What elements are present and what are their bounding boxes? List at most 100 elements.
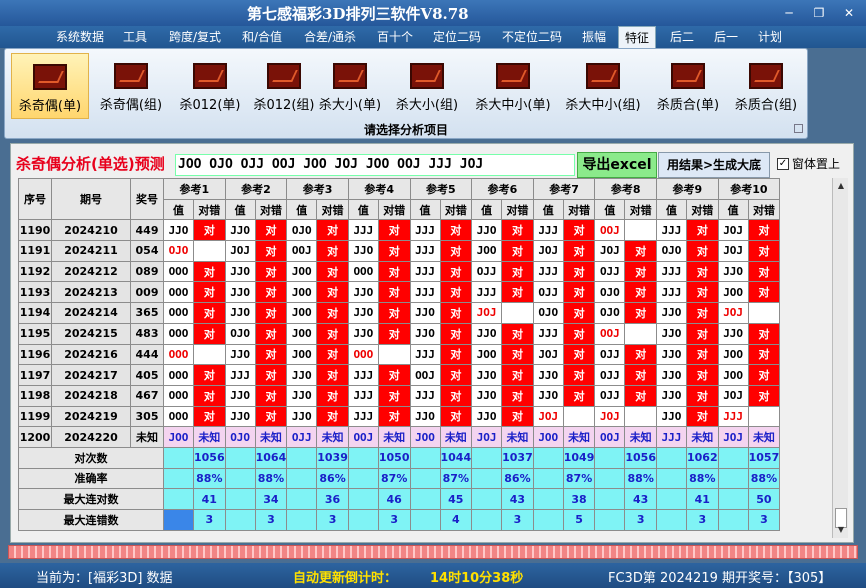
header-prize: 奖号 [130, 177, 164, 221]
status-latest-draw: FC3D第 2024219 期开奖号：【305】 [608, 571, 832, 586]
table-row[interactable]: 1198 2024218 467 OOO 对 JJO 对 JJO 对 JJJ 对 JJJ 对 JJO 对 JJ… [18, 384, 781, 407]
hit-cell: 对 [624, 240, 657, 262]
miss-cell [501, 302, 534, 324]
stats-value: 34 [254, 488, 288, 510]
kill-value-cell: OJO [163, 240, 194, 262]
stats-row: 最大连对数 41 34 36 46 45 43 38 43 41 50 [18, 488, 781, 510]
prediction-pattern-input[interactable]: JOO OJO OJJ OOJ JOO JOJ JOO OOJ JJJ JOJ [175, 154, 575, 176]
kill-value-cell: JOJ [594, 240, 626, 262]
status-bar: 当前为：[福彩3D] 数据 自动更新倒计时： 14时10分38秒 FC3D第 2… [0, 563, 866, 588]
header-value: 值 [717, 198, 749, 221]
stats-value: 88% [747, 467, 781, 490]
miss-cell [193, 343, 226, 366]
vertical-scrollbar[interactable]: ▲ ▼ [832, 178, 848, 538]
stats-value: 38 [562, 488, 596, 510]
kill-value-cell: JJO [347, 240, 379, 262]
stats-value: 3 [377, 509, 411, 531]
ribbon-kill-size-single[interactable]: 杀大小(单) [311, 53, 389, 119]
chart-icon [410, 63, 444, 89]
prediction-unknown-cell: 未知 [686, 426, 719, 448]
menu-unfixed-two[interactable]: 不定位二码 [494, 26, 570, 48]
stats-spacer-cell [224, 467, 256, 490]
maximize-button[interactable]: ❐ [806, 3, 832, 23]
ribbon-kill-odd-even-single[interactable]: 杀奇偶(单) [11, 53, 89, 119]
hit-cell: 对 [562, 219, 596, 242]
ribbon-label: 杀奇偶(单) [18, 99, 82, 114]
menu-plan[interactable]: 计划 [751, 26, 789, 48]
ribbon-kill-prime-group[interactable]: 杀质合(组) [727, 53, 805, 119]
table-row[interactable]: 1193 2024213 009 OOO 对 JJO 对 JOO 对 JJO 对 JJJ 对 JJJ 对 OJ… [18, 281, 781, 304]
hit-cell: 对 [501, 240, 534, 262]
menu-span-compound[interactable]: 跨度/复式 [162, 26, 228, 48]
ribbon-kill-size3-single[interactable]: 杀大中小(单) [469, 53, 557, 119]
minimize-button[interactable]: ─ [776, 3, 802, 23]
row-prize: 467 [130, 384, 164, 407]
hit-cell: 对 [377, 405, 411, 428]
generate-base-button[interactable]: 用结果>生成大底 [658, 152, 770, 178]
ribbon-kill-size3-group[interactable]: 杀大中小(组) [559, 53, 647, 119]
hit-cell: 对 [377, 240, 411, 262]
table-row[interactable]: 1194 2024214 365 OOO 对 JJO 对 JOO 对 JJO 对 JJO 对 JOJ OJO… [18, 302, 781, 324]
kill-value-cell: JOJ [717, 240, 749, 262]
menu-bar: 系统数据 工具 跨度/复式 和/合值 合差/通杀 百十个 定位二码 不定位二码 … [0, 26, 866, 48]
row-prize: 449 [130, 219, 164, 242]
table-row[interactable]: 1192 2024212 089 OOO 对 JJO 对 JOO 对 OOO 对 JJJ 对 OJJ 对 JJ… [18, 260, 781, 283]
menu-sum-value[interactable]: 和/合值 [234, 26, 290, 48]
row-period: 2024217 [51, 364, 131, 386]
table-row[interactable]: 1190 2024210 449 JJO 对 JJO 对 OJO 对 JJJ 对 JJJ 对 JJO 对 JJ… [18, 219, 781, 242]
row-prize: 305 [130, 405, 164, 428]
kill-value-cell: JOO [286, 302, 318, 324]
row-period: 2024211 [51, 240, 131, 262]
kill-value-cell: JJJ [717, 405, 749, 428]
table-row[interactable]: 1191 2024211 054 OJO JOJ 对 OOJ 对 JJO 对 JJJ 对 JOO 对 JOJ… [18, 240, 781, 262]
kill-value-cell: JJO [656, 302, 687, 324]
kill-value-cell: JJO [286, 364, 318, 386]
table-row[interactable]: 1197 2024217 405 OOO 对 JJJ 对 JJO 对 JJJ 对 OOJ 对 JJO 对 JJ… [18, 364, 781, 386]
ribbon-kill-size-group[interactable]: 杀大小(组) [388, 53, 466, 119]
prediction-row[interactable]: 1200 2024220 未知 JOO 未知 OJO 未知 OJJ 未知 OOJ 未知 JOO 未知 JO… [18, 426, 781, 448]
stats-spacer-cell [409, 467, 441, 490]
stats-spacer-cell [594, 467, 626, 490]
scroll-down-icon[interactable]: ▼ [833, 522, 849, 538]
ribbon-kill-prime-single[interactable]: 杀质合(单) [649, 53, 727, 119]
menu-last-one[interactable]: 后一 [707, 26, 745, 48]
menu-last-two[interactable]: 后二 [663, 26, 701, 48]
kill-value-cell: OJJ [594, 384, 626, 407]
expand-corner-icon[interactable] [794, 124, 803, 133]
hit-cell: 对 [377, 260, 411, 283]
stats-value: 1039 [316, 446, 349, 469]
stats-spacer-cell [532, 446, 564, 469]
status-countdown-label: 自动更新倒计时： [293, 571, 398, 586]
menu-system-data[interactable]: 系统数据 [50, 26, 110, 48]
hit-cell: 对 [747, 260, 781, 283]
menu-fixed-two[interactable]: 定位二码 [426, 26, 488, 48]
menu-diff-kill[interactable]: 合差/通杀 [296, 26, 364, 48]
kill-value-cell: OOO [347, 260, 379, 283]
status-data-source: 当前为：[福彩3D] 数据 [36, 571, 173, 586]
hit-cell: 对 [193, 302, 226, 324]
ontop-checkbox[interactable]: ✓ [777, 157, 789, 170]
ribbon-kill-012-single[interactable]: 杀012(单) [171, 53, 249, 119]
table-row[interactable]: 1195 2024215 483 OOO 对 OJO 对 JOO 对 JJO 对 JJO 对 JJO 对 JJ… [18, 322, 781, 345]
kill-value-cell: OJJ [471, 260, 503, 283]
prediction-unknown-cell: 未知 [193, 426, 226, 448]
kill-value-cell: JOJ [532, 343, 564, 366]
stats-value: 41 [193, 488, 226, 510]
menu-amplitude[interactable]: 振幅 [576, 26, 612, 48]
close-button[interactable]: ✕ [836, 3, 862, 23]
menu-positions[interactable]: 百十个 [370, 26, 420, 48]
kill-value-cell: OJO [224, 322, 256, 345]
window-ontop-option[interactable]: ✓ 窗体置上 [777, 155, 840, 172]
table-row[interactable]: 1196 2024216 444 OOO JJO 对 JOO 对 OOO JJJ 对 JOO 对 JOJ 对… [18, 343, 781, 366]
menu-tools[interactable]: 工具 [115, 26, 155, 48]
table-row[interactable]: 1199 2024219 305 OOO 对 JJO 对 JJO 对 JJJ 对 JJO 对 JJO 对 JO… [18, 405, 781, 428]
hit-cell: 对 [624, 364, 657, 386]
menu-features[interactable]: 特征 [618, 26, 656, 48]
ribbon-kill-odd-even-group[interactable]: 杀奇偶(组) [92, 53, 170, 119]
hit-cell: 对 [747, 240, 781, 262]
scroll-up-icon[interactable]: ▲ [833, 178, 849, 194]
hit-cell: 对 [686, 364, 719, 386]
export-excel-button[interactable]: 导出excel [577, 152, 657, 178]
header-ref: 参考7 [532, 178, 596, 200]
kill-value-cell: OOO [163, 322, 194, 345]
